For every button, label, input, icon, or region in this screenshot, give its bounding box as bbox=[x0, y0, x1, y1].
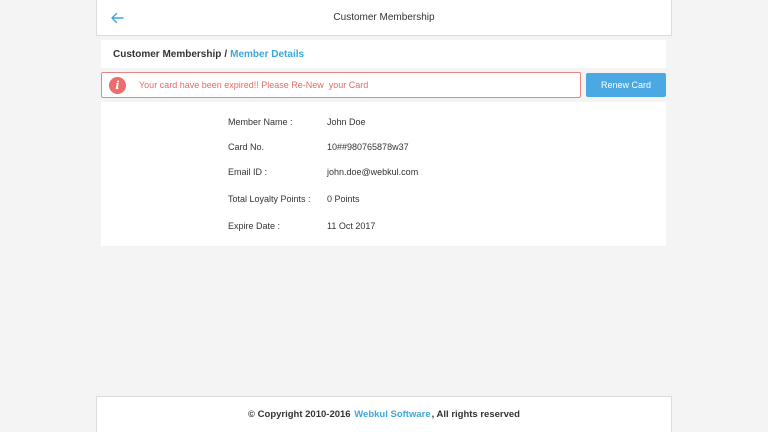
footer: © Copyright 2010-2016 Webkul Software, A… bbox=[96, 396, 672, 432]
detail-row-member-name: Member Name : John Doe bbox=[228, 117, 528, 127]
card-no-value: 10##980765878w37 bbox=[327, 142, 409, 152]
breadcrumb-parent[interactable]: Customer Membership bbox=[113, 49, 221, 60]
detail-row-expire-date: Expire Date : 11 Oct 2017 bbox=[228, 221, 528, 231]
member-name-label: Member Name : bbox=[228, 117, 293, 127]
expire-date-value: 11 Oct 2017 bbox=[327, 221, 376, 231]
expired-alert: i Your card have been expired!! Please R… bbox=[101, 72, 581, 98]
footer-rights: , All rights reserved bbox=[431, 409, 520, 420]
alert-message: Your card have been expired!! Please Re-… bbox=[139, 80, 369, 90]
top-bar: Customer Membership bbox=[96, 0, 672, 36]
breadcrumb: Customer Membership / Member Details bbox=[101, 40, 666, 68]
email-label: Email ID : bbox=[228, 167, 268, 177]
email-value: john.doe@webkul.com bbox=[327, 167, 419, 177]
breadcrumb-current: Member Details bbox=[230, 48, 305, 60]
detail-row-loyalty-points: Total Loyalty Points : 0 Points bbox=[228, 194, 528, 204]
card-no-label: Card No. bbox=[228, 142, 265, 152]
loyalty-points-value: 0 Points bbox=[327, 194, 360, 204]
member-details-panel: Member Name : John Doe Card No. 10##9807… bbox=[101, 102, 666, 246]
expire-date-label: Expire Date : bbox=[228, 221, 281, 231]
renew-card-button[interactable]: Renew Card bbox=[586, 73, 666, 97]
back-button[interactable] bbox=[105, 6, 129, 30]
member-name-value: John Doe bbox=[327, 117, 366, 127]
detail-row-email: Email ID : john.doe@webkul.com bbox=[228, 167, 528, 177]
page-title: Customer Membership bbox=[333, 12, 435, 23]
loyalty-points-label: Total Loyalty Points : bbox=[228, 194, 311, 204]
arrow-left-icon bbox=[111, 12, 124, 24]
footer-copyright: © Copyright 2010-2016 bbox=[248, 409, 351, 420]
breadcrumb-separator: / bbox=[224, 48, 228, 60]
info-icon: i bbox=[109, 76, 126, 94]
detail-row-card-no: Card No. 10##980765878w37 bbox=[228, 142, 528, 152]
footer-company-link[interactable]: Webkul Software bbox=[354, 409, 430, 420]
